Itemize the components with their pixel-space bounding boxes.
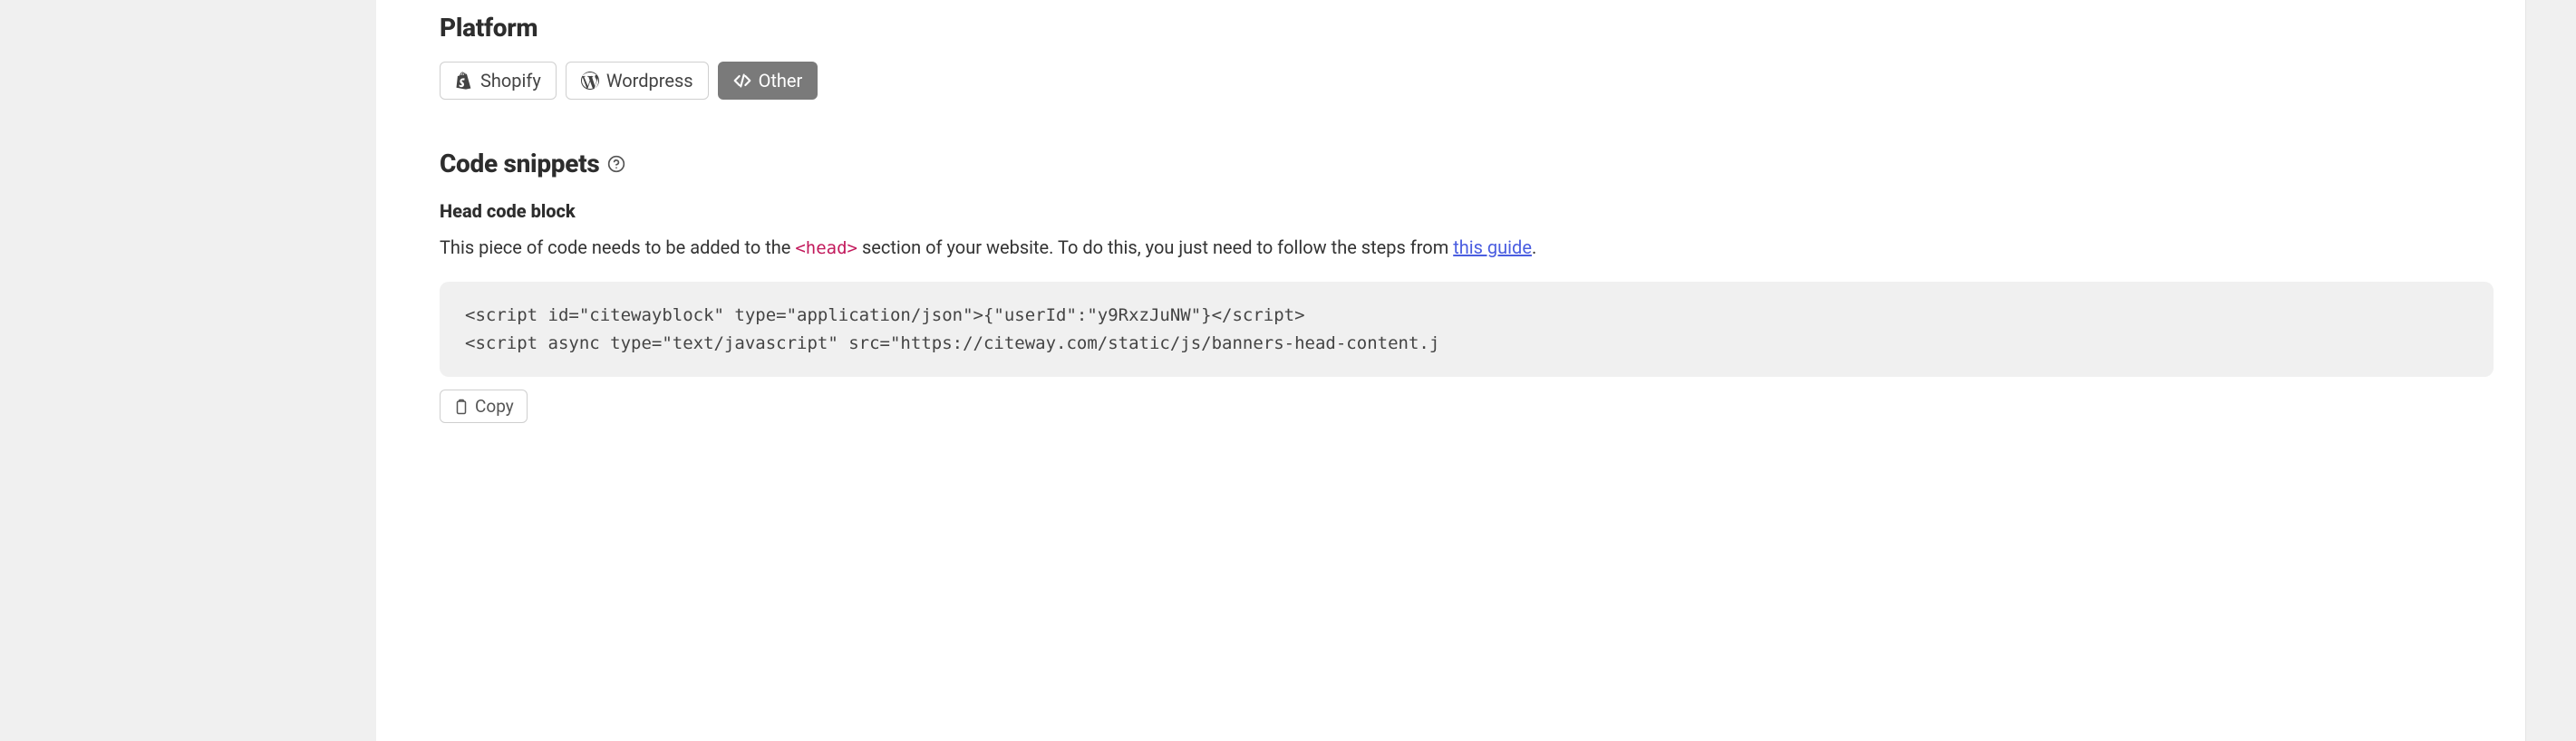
snippets-title-text: Code snippets bbox=[440, 145, 599, 183]
wordpress-icon bbox=[581, 72, 599, 90]
platform-section: Platform Shopify Wordpress bbox=[440, 9, 2494, 100]
snippets-title: Code snippets bbox=[440, 145, 2494, 183]
head-tag-code: <head> bbox=[795, 238, 857, 258]
code-block: <script id="citewayblock" type="applicat… bbox=[440, 282, 2494, 377]
desc-text-end: . bbox=[1532, 236, 1536, 258]
platform-tabs: Shopify Wordpress Other bbox=[440, 62, 2494, 100]
guide-link[interactable]: this guide bbox=[1453, 236, 1532, 258]
left-gutter bbox=[0, 0, 376, 741]
desc-text-before: This piece of code needs to be added to … bbox=[440, 236, 795, 258]
platform-tab-shopify[interactable]: Shopify bbox=[440, 62, 557, 100]
platform-tab-label: Shopify bbox=[480, 70, 541, 91]
head-block-title: Head code block bbox=[440, 197, 2494, 225]
platform-tab-label: Other bbox=[759, 70, 803, 91]
code-icon bbox=[733, 72, 751, 90]
shopify-icon bbox=[455, 72, 473, 90]
help-icon[interactable] bbox=[606, 154, 626, 174]
head-block-description: This piece of code needs to be added to … bbox=[440, 234, 2494, 262]
copy-button[interactable]: Copy bbox=[440, 390, 528, 423]
desc-text-after: section of your website. To do this, you… bbox=[862, 236, 1453, 258]
platform-tab-wordpress[interactable]: Wordpress bbox=[566, 62, 709, 100]
platform-tab-other[interactable]: Other bbox=[718, 62, 818, 100]
platform-title: Platform bbox=[440, 9, 2494, 47]
right-gutter bbox=[2526, 0, 2576, 741]
main-content: Platform Shopify Wordpress bbox=[376, 0, 2526, 741]
platform-tab-label: Wordpress bbox=[606, 70, 693, 91]
clipboard-icon bbox=[453, 399, 470, 415]
snippets-section: Code snippets Head code block This piece… bbox=[440, 145, 2494, 423]
copy-button-label: Copy bbox=[475, 396, 514, 417]
